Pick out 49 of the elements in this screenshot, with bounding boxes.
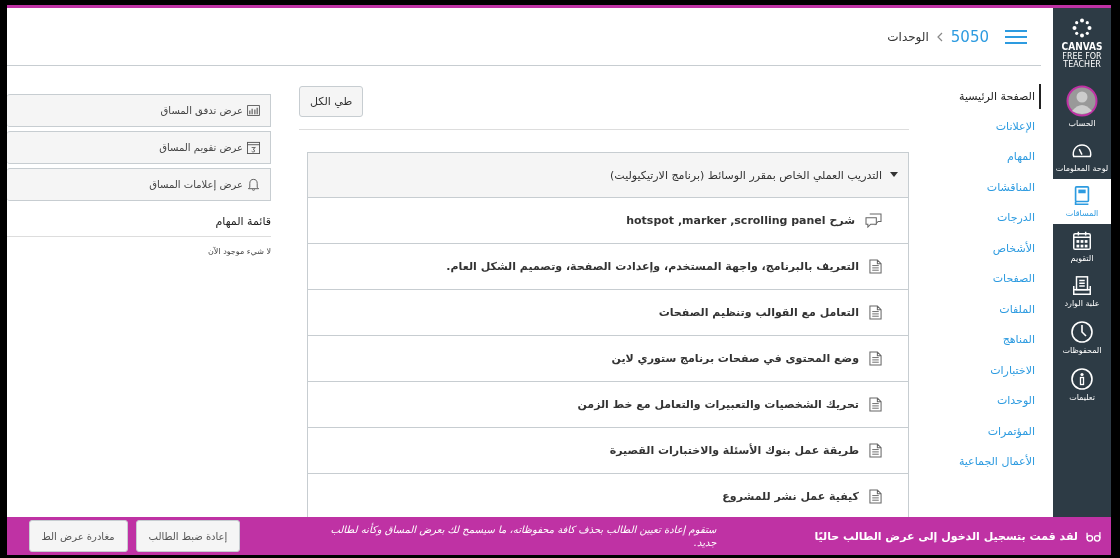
logo-icon (1072, 18, 1092, 38)
module-title: التدريب العملي الخاص بمقرر الوسائط (برنامج الارتيكيوليت) (610, 168, 882, 182)
todo-heading: قائمة المهام (7, 215, 271, 237)
module-item-link[interactable]: كيفية عمل نشر للمشروع (722, 490, 859, 503)
sidebar-button[interactable]: عرض تدفق المساق (7, 94, 271, 127)
student-view-button[interactable]: مغادرة عرض الط (28, 520, 128, 552)
course-nav-link[interactable]: الصفحة الرئيسية (959, 84, 1041, 109)
menu-icon[interactable] (1005, 28, 1027, 45)
document-icon (869, 397, 882, 412)
module-item-link[interactable]: التعريف بالبرنامج، واجهة المستخدم، وإعدادت الصفحة، وتصميم الشكل العام. (446, 260, 859, 273)
calendar-icon (1071, 230, 1093, 252)
reset-note: ستقوم إعادة تعيين الطالب بحذف كافة محفوظاته، ما سيسمح لك بعرض المساق وكأنه لطالب جديد. (329, 522, 717, 550)
collapse-all-button[interactable]: طي الكل (299, 86, 364, 117)
document-icon (869, 489, 882, 504)
logo-subtitle: FREE FOR TEACHER (1061, 53, 1103, 69)
nav-item[interactable]: المحفوظات (1053, 314, 1111, 361)
inbox-icon (1071, 275, 1093, 297)
discussion-icon (865, 213, 882, 228)
bell-icon (247, 178, 260, 191)
nav-item[interactable]: علبة الوارد (1053, 269, 1111, 314)
student-view-message: لقد قمت بتسجيل الدخول إلى عرض الطالب حاليًا (814, 529, 1078, 543)
document-icon (869, 259, 882, 274)
nav-item[interactable]: الحساب (1053, 77, 1111, 134)
document-icon (869, 443, 882, 458)
student-view-button[interactable]: إعادة ضبط الطالب (135, 520, 241, 552)
module-item-link[interactable]: طريقة عمل بنوك الأسئلة والاختبارات القصيرة (609, 444, 859, 457)
info-icon (1070, 367, 1094, 391)
calendar-icon (247, 141, 260, 154)
breadcrumb-current: الوحدات (887, 29, 929, 44)
nav-item[interactable]: لوحة المعلومات (1053, 134, 1111, 179)
empty-message: لا شيء موجود الآن (206, 247, 271, 256)
sidebar-button[interactable]: عرض إعلامات المساق (7, 168, 271, 201)
nav-item[interactable]: تعليمات (1053, 361, 1111, 408)
chart-icon (247, 105, 260, 116)
module-item-link[interactable]: التعامل مع القوالب وتنظيم الصفحات (658, 306, 859, 319)
canvas-logo[interactable]: CANVAS FREE FOR TEACHER (1053, 8, 1111, 77)
module-item-link[interactable]: وضع المحتوى في صفحات برنامج ستوري لاين (611, 352, 859, 365)
document-icon (869, 305, 882, 320)
glasses-icon (1086, 530, 1101, 542)
module-item-link[interactable]: تحريك الشخصيات والتعبيرات والتعامل مع خط الزمن (577, 398, 859, 411)
module-item-link[interactable]: شرح hotspot ,marker ,scrolling panel (626, 214, 855, 227)
module-header[interactable]: التدريب العملي الخاص بمقرر الوسائط (برنامج الارتيكيوليت) (308, 153, 908, 198)
logo-title: CANVAS (1061, 41, 1103, 52)
nav-item[interactable]: التقويم (1053, 224, 1111, 269)
clock-icon (1070, 320, 1094, 344)
sidebar-button[interactable]: عرض تقويم المساق (7, 131, 271, 164)
document-icon (869, 351, 882, 366)
avatar-icon (1066, 85, 1098, 117)
breadcrumb-separator-icon (936, 31, 943, 42)
